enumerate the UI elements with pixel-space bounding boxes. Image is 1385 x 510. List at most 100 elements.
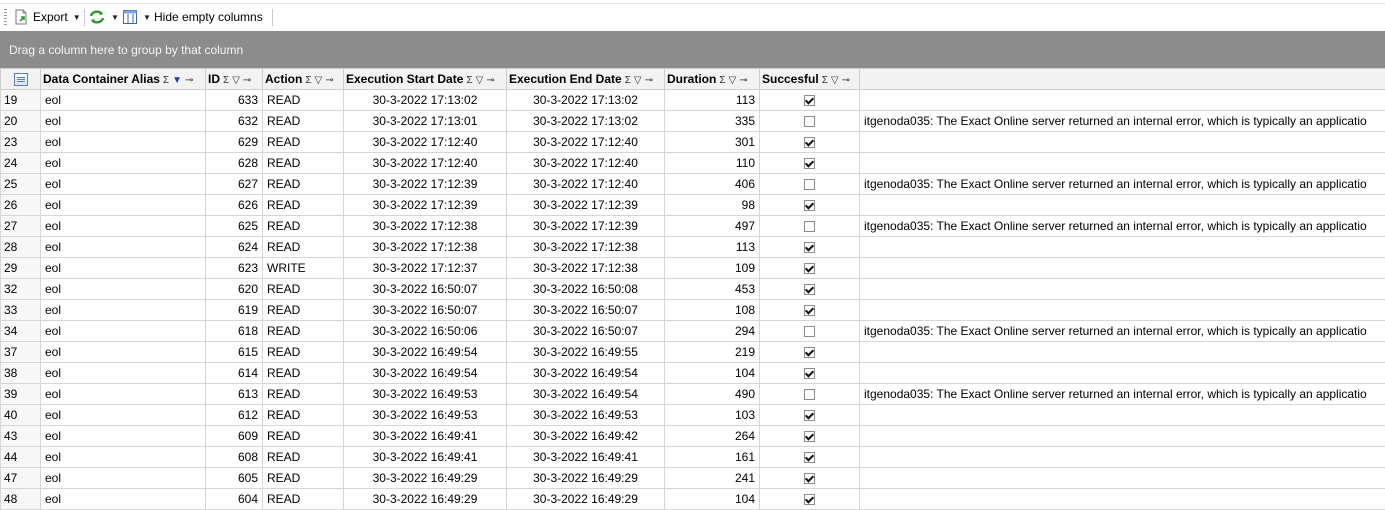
unchecked-checkbox[interactable] <box>804 116 815 128</box>
end-date-cell[interactable]: 30-3-2022 16:49:55 <box>506 341 665 363</box>
alias-cell[interactable]: eol <box>40 446 206 468</box>
end-date-cell[interactable]: 30-3-2022 16:49:29 <box>506 467 665 489</box>
alias-cell[interactable]: eol <box>40 152 206 174</box>
id-cell[interactable]: 625 <box>205 215 263 237</box>
sum-icon[interactable]: Σ <box>625 75 631 86</box>
table-row[interactable]: 47 eol 605 READ 30-3-2022 16:49:29 30-3-2022 … <box>0 467 1385 489</box>
unchecked-checkbox[interactable] <box>804 326 815 338</box>
filter-icon[interactable]: ▽ <box>232 75 240 86</box>
end-date-cell[interactable]: 30-3-2022 17:13:02 <box>506 110 665 132</box>
table-row[interactable]: 38 eol 614 READ 30-3-2022 16:49:54 30-3-2022 … <box>0 362 1385 384</box>
alias-cell[interactable]: eol <box>40 467 206 489</box>
message-cell[interactable] <box>859 278 1385 300</box>
action-cell[interactable]: READ <box>262 446 344 468</box>
succesful-cell[interactable] <box>759 467 860 489</box>
succesful-cell[interactable] <box>759 320 860 342</box>
id-cell[interactable]: 609 <box>205 425 263 447</box>
start-date-cell[interactable]: 30-3-2022 17:12:39 <box>343 194 507 216</box>
duration-cell[interactable]: 301 <box>664 131 760 153</box>
alias-cell[interactable]: eol <box>40 383 206 405</box>
row-number-cell[interactable]: 48 <box>0 488 41 510</box>
row-number-cell[interactable]: 43 <box>0 425 41 447</box>
checked-checkbox[interactable] <box>804 263 815 275</box>
start-date-cell[interactable]: 30-3-2022 17:13:01 <box>343 110 507 132</box>
duration-cell[interactable]: 406 <box>664 173 760 195</box>
filter-icon[interactable]: ▽ <box>729 75 737 86</box>
message-cell[interactable]: itgenoda035: The Exact Online server ret… <box>859 320 1385 342</box>
duration-cell[interactable]: 103 <box>664 404 760 426</box>
filter-active-icon[interactable]: ▼ <box>172 75 182 86</box>
alias-cell[interactable]: eol <box>40 131 206 153</box>
column-header-data-container-alias[interactable]: Data Container Alias Σ ▼ ⊸ <box>40 68 206 90</box>
column-header-succesful[interactable]: Succesful Σ ▽ ⊸ <box>759 68 860 90</box>
row-number-cell[interactable]: 33 <box>0 299 41 321</box>
column-header-action[interactable]: Action Σ ▽ ⊸ <box>262 68 344 90</box>
column-header-execution-start-date[interactable]: Execution Start Date Σ ▽ ⊸ <box>343 68 507 90</box>
row-number-cell[interactable]: 28 <box>0 236 41 258</box>
action-cell[interactable]: READ <box>262 89 344 111</box>
unchecked-checkbox[interactable] <box>804 389 815 401</box>
table-row[interactable]: 26 eol 626 READ 30-3-2022 17:12:39 30-3-2022 … <box>0 194 1385 216</box>
message-cell[interactable] <box>859 362 1385 384</box>
row-number-cell[interactable]: 26 <box>0 194 41 216</box>
start-date-cell[interactable]: 30-3-2022 16:49:29 <box>343 467 507 489</box>
table-row[interactable]: 25 eol 627 READ 30-3-2022 17:12:39 30-3-2022 … <box>0 173 1385 195</box>
alias-cell[interactable]: eol <box>40 404 206 426</box>
id-cell[interactable]: 608 <box>205 446 263 468</box>
action-cell[interactable]: READ <box>262 488 344 510</box>
checked-checkbox[interactable] <box>804 494 815 506</box>
table-row[interactable]: 27 eol 625 READ 30-3-2022 17:12:38 30-3-2022 … <box>0 215 1385 237</box>
export-button[interactable]: Export ▼ <box>13 6 81 28</box>
end-date-cell[interactable]: 30-3-2022 17:12:38 <box>506 236 665 258</box>
id-cell[interactable]: 619 <box>205 299 263 321</box>
sum-icon[interactable]: Σ <box>719 75 725 86</box>
duration-cell[interactable]: 113 <box>664 89 760 111</box>
succesful-cell[interactable] <box>759 362 860 384</box>
table-row[interactable]: 32 eol 620 READ 30-3-2022 16:50:07 30-3-2022 … <box>0 278 1385 300</box>
start-date-cell[interactable]: 30-3-2022 16:49:29 <box>343 488 507 510</box>
table-row[interactable]: 43 eol 609 READ 30-3-2022 16:49:41 30-3-2022 … <box>0 425 1385 447</box>
message-cell[interactable] <box>859 467 1385 489</box>
row-number-cell[interactable]: 23 <box>0 131 41 153</box>
checked-checkbox[interactable] <box>804 473 815 485</box>
succesful-cell[interactable] <box>759 404 860 426</box>
duration-cell[interactable]: 108 <box>664 299 760 321</box>
start-date-cell[interactable]: 30-3-2022 16:49:53 <box>343 404 507 426</box>
pin-icon[interactable]: ⊸ <box>185 75 193 86</box>
table-row[interactable]: 29 eol 623 WRITE 30-3-2022 17:12:37 30-3-2022… <box>0 257 1385 279</box>
message-cell[interactable] <box>859 488 1385 510</box>
table-row[interactable]: 23 eol 629 READ 30-3-2022 17:12:40 30-3-2022 … <box>0 131 1385 153</box>
table-row[interactable]: 19 eol 633 READ 30-3-2022 17:13:02 30-3-2022 … <box>0 89 1385 111</box>
action-cell[interactable]: READ <box>262 194 344 216</box>
id-cell[interactable]: 624 <box>205 236 263 258</box>
duration-cell[interactable]: 104 <box>664 362 760 384</box>
duration-cell[interactable]: 497 <box>664 215 760 237</box>
table-row[interactable]: 40 eol 612 READ 30-3-2022 16:49:53 30-3-2022 … <box>0 404 1385 426</box>
end-date-cell[interactable]: 30-3-2022 17:12:39 <box>506 194 665 216</box>
alias-cell[interactable]: eol <box>40 425 206 447</box>
start-date-cell[interactable]: 30-3-2022 16:49:41 <box>343 446 507 468</box>
start-date-cell[interactable]: 30-3-2022 16:49:41 <box>343 425 507 447</box>
alias-cell[interactable]: eol <box>40 110 206 132</box>
checked-checkbox[interactable] <box>804 242 815 254</box>
message-cell[interactable]: itgenoda035: The Exact Online server ret… <box>859 110 1385 132</box>
row-number-cell[interactable]: 27 <box>0 215 41 237</box>
message-cell[interactable] <box>859 446 1385 468</box>
alias-cell[interactable]: eol <box>40 194 206 216</box>
action-cell[interactable]: READ <box>262 467 344 489</box>
message-cell[interactable] <box>859 89 1385 111</box>
checked-checkbox[interactable] <box>804 368 815 380</box>
table-row[interactable]: 20 eol 632 READ 30-3-2022 17:13:01 30-3-2022 … <box>0 110 1385 132</box>
succesful-cell[interactable] <box>759 446 860 468</box>
id-cell[interactable]: 628 <box>205 152 263 174</box>
checked-checkbox[interactable] <box>804 158 815 170</box>
message-cell[interactable] <box>859 341 1385 363</box>
succesful-cell[interactable] <box>759 383 860 405</box>
pin-icon[interactable]: ⊸ <box>243 75 251 86</box>
pin-icon[interactable]: ⊸ <box>325 75 333 86</box>
start-date-cell[interactable]: 30-3-2022 16:50:07 <box>343 299 507 321</box>
start-date-cell[interactable]: 30-3-2022 16:49:54 <box>343 341 507 363</box>
id-cell[interactable]: 615 <box>205 341 263 363</box>
start-date-cell[interactable]: 30-3-2022 16:50:07 <box>343 278 507 300</box>
succesful-cell[interactable] <box>759 341 860 363</box>
